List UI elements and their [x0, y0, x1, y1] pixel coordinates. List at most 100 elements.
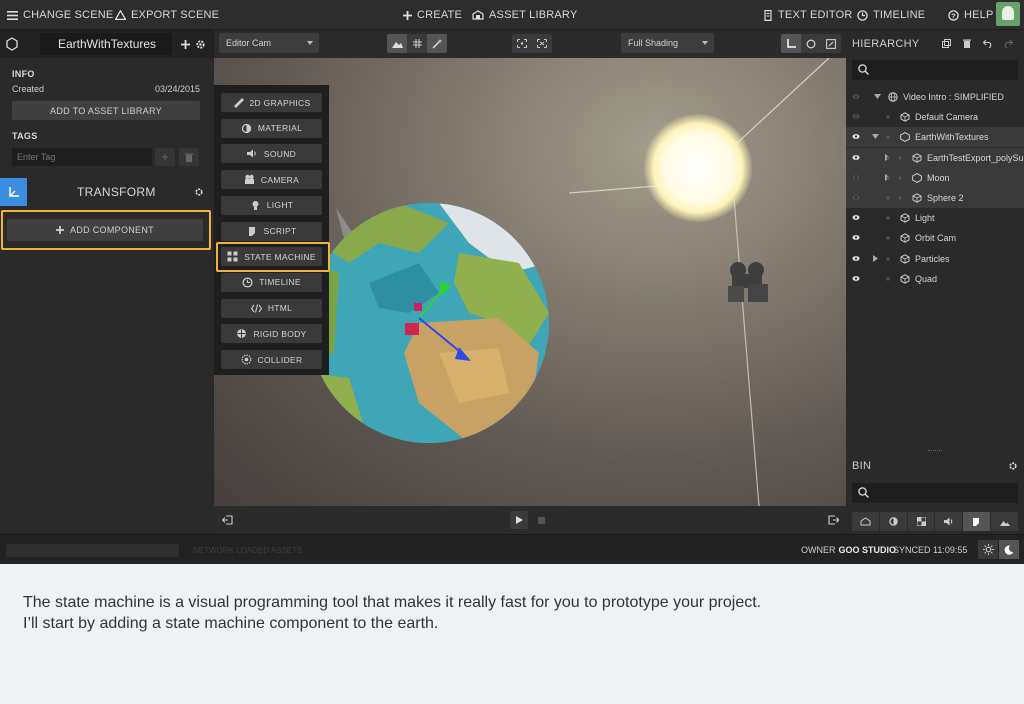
camera-gizmo-icon[interactable] — [726, 258, 776, 306]
hierarchy-row[interactable]: EarthTestExport_polySurface1 — [846, 147, 1024, 168]
hierarchy-row[interactable]: Sphere 2 — [846, 188, 1024, 208]
add-component-button[interactable]: ADD COMPONENT — [7, 219, 203, 241]
tag-input[interactable] — [12, 148, 152, 166]
gear-icon[interactable] — [196, 40, 205, 49]
collapse-right-icon[interactable] — [828, 515, 839, 525]
play-button[interactable] — [510, 511, 528, 529]
hierarchy-row-label: EarthWithTextures — [915, 132, 989, 143]
transform-component-header[interactable]: TRANSFORM — [0, 178, 214, 206]
create-button[interactable]: CREATE — [403, 0, 462, 30]
visibility-eye-icon[interactable] — [852, 154, 860, 161]
expand-arrow-icon[interactable] — [874, 93, 881, 100]
menu-item-timeline[interactable]: TIMELINE — [221, 272, 322, 292]
menu-item-script[interactable]: SCRIPT — [221, 221, 322, 241]
viewport-bottom-bar — [214, 506, 846, 534]
visibility-eye-icon[interactable] — [852, 133, 860, 140]
hamburger-icon — [7, 10, 18, 20]
light-theme-button[interactable] — [978, 540, 998, 559]
hierarchy-row[interactable]: EarthWithTextures — [846, 127, 1024, 148]
menu-item-light[interactable]: LIGHT — [221, 195, 322, 215]
menu-item-2d-graphics[interactable]: 2D GRAPHICS — [221, 93, 322, 112]
landscape-view-icon[interactable] — [387, 34, 407, 53]
scale-gizmo-icon[interactable] — [821, 34, 841, 53]
visibility-eye-icon[interactable] — [852, 93, 860, 100]
shading-select[interactable]: Full Shading — [621, 33, 714, 53]
hierarchy-row-label: EarthTestExport_polySurface1 — [927, 152, 1024, 163]
user-avatar[interactable] — [996, 2, 1020, 26]
add-component-menu: 2D GRAPHICS MATERIAL SOUND CAMERA LIGHT SCRIP… — [214, 85, 329, 375]
visibility-eye-icon[interactable] — [852, 275, 860, 282]
hierarchy-row[interactable]: Particles — [846, 249, 1024, 269]
hierarchy-row-label: Light — [915, 213, 935, 224]
view-mode-toggle — [387, 34, 447, 53]
visibility-eye-icon[interactable] — [852, 174, 860, 181]
hierarchy-row[interactable]: Orbit Cam — [846, 228, 1024, 248]
bin-filter-sounds-icon[interactable] — [935, 512, 963, 531]
menu-item-rigid-body[interactable]: RIGID BODY — [221, 324, 322, 344]
hierarchy-row-label: Default Camera — [915, 112, 979, 123]
timeline-button[interactable]: TIMELINE — [857, 0, 925, 30]
rigid-body-icon — [237, 329, 247, 339]
menu-item-collider[interactable]: COLLIDER — [221, 350, 322, 369]
bin-search-input[interactable] — [852, 483, 1018, 503]
owner-info: OWNER GOO STUDIO — [801, 535, 896, 564]
bin-filter-materials-icon[interactable] — [879, 512, 907, 531]
bin-filter-entities-icon[interactable] — [852, 512, 879, 531]
gear-icon[interactable] — [1009, 462, 1017, 470]
help-button[interactable]: ? HELP — [948, 0, 994, 30]
bin-filter-images-icon[interactable] — [991, 512, 1018, 531]
hierarchy-row[interactable]: Moon — [846, 167, 1024, 188]
undo-icon[interactable] — [983, 39, 993, 48]
entity-name-field[interactable]: EarthWithTextures — [40, 33, 172, 55]
text-editor-button[interactable]: TEXT EDITOR — [763, 0, 853, 30]
camera-select[interactable]: Editor Cam — [219, 33, 319, 53]
hierarchy-row[interactable]: Default Camera — [846, 107, 1024, 127]
entity-icon — [900, 112, 910, 122]
menu-item-sound[interactable]: SOUND — [221, 144, 322, 164]
visibility-eye-icon[interactable] — [852, 113, 860, 120]
menu-item-html[interactable]: HTML — [221, 298, 322, 318]
gear-icon[interactable] — [195, 188, 203, 196]
hierarchy-row[interactable]: Video Intro : SIMPLIFIED — [846, 87, 1024, 107]
expand-arrow-icon[interactable] — [872, 133, 879, 140]
change-scene-button[interactable]: CHANGE SCENE — [7, 0, 113, 30]
frame-selection-icon[interactable] — [512, 34, 532, 53]
loading-progress-bar — [6, 544, 179, 557]
redo-icon[interactable] — [1003, 39, 1013, 48]
add-icon[interactable] — [181, 40, 190, 49]
hierarchy-search-input[interactable] — [852, 60, 1018, 80]
collapse-left-icon[interactable] — [222, 515, 233, 525]
camera-icon — [244, 174, 254, 185]
hierarchy-row[interactable]: Quad — [846, 269, 1024, 289]
hierarchy-row[interactable]: Light — [846, 208, 1024, 228]
visibility-eye-icon[interactable] — [852, 194, 860, 201]
panel-resize-handle[interactable] — [928, 450, 942, 453]
search-icon — [858, 64, 869, 75]
dot-icon — [886, 256, 890, 261]
menu-item-camera[interactable]: CAMERA — [221, 170, 322, 190]
collapse-arrow-icon[interactable] — [872, 254, 879, 262]
translate-gizmo-icon[interactable] — [781, 34, 801, 53]
visibility-eye-icon[interactable] — [852, 255, 860, 262]
frame-all-icon[interactable] — [532, 34, 552, 53]
bin-filter-scripts-icon[interactable] — [963, 512, 991, 531]
rotate-gizmo-icon[interactable] — [801, 34, 821, 53]
export-scene-button[interactable]: EXPORT SCENE — [115, 0, 219, 30]
dark-theme-button[interactable] — [999, 540, 1019, 559]
tutorial-caption: The state machine is a visual programmin… — [23, 592, 1003, 634]
menu-item-material[interactable]: MATERIAL — [221, 118, 322, 138]
magic-wand-icon[interactable] — [427, 34, 447, 53]
dot-icon — [898, 155, 902, 160]
duplicate-icon[interactable] — [942, 39, 951, 48]
add-to-asset-library-button[interactable]: ADD TO ASSET LIBRARY — [12, 101, 200, 120]
visibility-eye-icon[interactable] — [852, 214, 860, 221]
stop-button[interactable] — [532, 511, 550, 529]
bin-filter-textures-icon[interactable] — [907, 512, 935, 531]
visibility-eye-icon[interactable] — [852, 234, 860, 241]
delete-tag-button[interactable] — [179, 148, 199, 166]
grid-hash-icon[interactable] — [407, 34, 427, 53]
asset-library-button[interactable]: ASSET LIBRARY — [472, 0, 577, 30]
add-component-label: ADD COMPONENT — [70, 225, 154, 235]
trash-icon[interactable] — [963, 39, 971, 48]
add-tag-button[interactable]: + — [155, 148, 175, 166]
